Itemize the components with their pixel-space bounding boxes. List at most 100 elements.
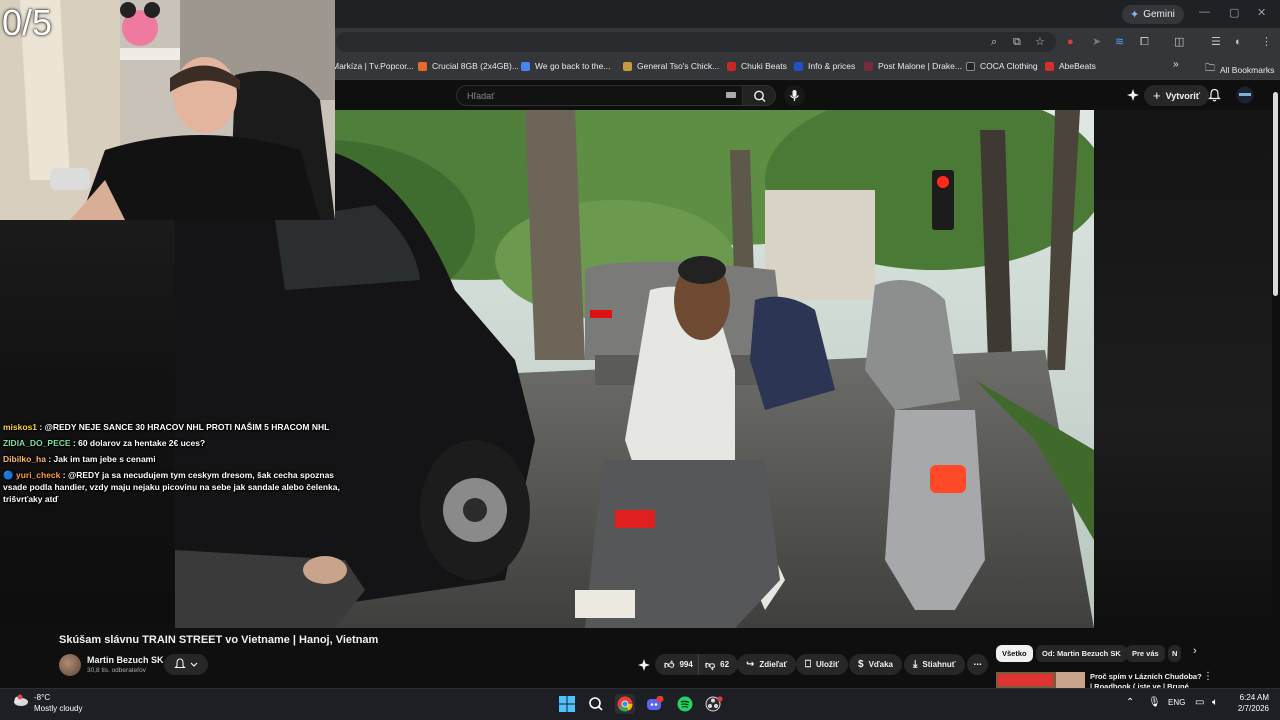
taskbar-search-button[interactable] xyxy=(586,694,606,714)
extension-arrow-icon[interactable]: ➤ xyxy=(1092,34,1101,50)
bookmark-item[interactable]: General Tso's Chick... xyxy=(623,61,719,71)
taskbar-chrome[interactable] xyxy=(615,694,635,714)
side-panel-icon[interactable]: ◫ xyxy=(1174,34,1184,50)
thumbs-up-icon: 👍︎ xyxy=(664,659,675,671)
bookmark-item[interactable]: Info & prices xyxy=(794,61,855,71)
chat-username: yuri_check xyxy=(15,470,61,480)
share-button[interactable]: ↪ Zdieľať xyxy=(737,654,797,675)
chat-username: ZIDIA_DO_PECE xyxy=(3,438,71,448)
more-bookmarks-button[interactable]: » xyxy=(1173,59,1179,70)
minimize-icon[interactable]: — xyxy=(1199,6,1210,18)
search-icon xyxy=(754,90,766,102)
thanks-dollar-icon: $ xyxy=(858,659,864,670)
chat-username: miskos1 xyxy=(3,422,38,432)
rec-menu-kebab-icon[interactable]: ⋮ xyxy=(1203,671,1213,682)
download-label: Stiahnuť xyxy=(922,660,956,669)
install-app-icon[interactable]: ⧉ xyxy=(1013,34,1021,50)
save-label: Uložiť xyxy=(816,660,839,669)
chat-badge-icon: 🔵 xyxy=(3,470,14,480)
weather-description[interactable]: Mostly cloudy xyxy=(34,704,82,713)
gemini-button[interactable]: ✦ Gemini xyxy=(1122,5,1184,24)
bookmark-item[interactable]: AbeBeats xyxy=(1045,61,1096,71)
clock-date[interactable]: 2/7/2026 xyxy=(1228,704,1269,713)
input-language[interactable]: ENG xyxy=(1168,698,1185,707)
chip-for-you[interactable]: Pre vás xyxy=(1126,645,1165,662)
close-icon[interactable]: ✕ xyxy=(1257,6,1266,19)
extension-audio-icon[interactable]: ≋ xyxy=(1115,34,1124,50)
ai-sparkle-icon[interactable] xyxy=(1126,88,1140,102)
address-bar[interactable] xyxy=(336,32,1056,52)
maximize-icon[interactable]: ▢ xyxy=(1229,6,1239,19)
weather-cloud-icon[interactable] xyxy=(12,694,29,706)
scrollbar-thumb[interactable] xyxy=(1273,92,1278,296)
bookmark-label: Markíza | Tv.Popcor... xyxy=(332,61,414,71)
bookmark-label: Chuki Beats xyxy=(741,61,787,71)
dislike-button[interactable]: 👎︎ 62 xyxy=(698,654,739,675)
menu-kebab-icon[interactable]: ⋮ xyxy=(1261,34,1272,50)
network-icon[interactable]: ▭ xyxy=(1195,697,1204,708)
create-button[interactable]: + Vytvoriť xyxy=(1144,85,1210,106)
chevron-right-icon[interactable]: › xyxy=(1193,645,1197,657)
save-button[interactable]: ⎕ Uložiť xyxy=(796,654,848,675)
bookmark-label: Info & prices xyxy=(808,61,856,71)
chip-from-channel[interactable]: Od: Martin Bezuch SK xyxy=(1036,645,1127,662)
chat-text: : Jak im tam jebe s cenami xyxy=(45,454,156,464)
subscribed-bell-button[interactable] xyxy=(164,654,208,675)
download-button[interactable]: ⤓ Stiahnuť xyxy=(904,654,965,675)
bookmark-favicon-icon xyxy=(794,61,803,71)
microphone-tray-icon[interactable]: 🎙︎ xyxy=(1148,697,1161,708)
extensions-puzzle-icon[interactable]: ⧠ xyxy=(1140,34,1149,50)
clock-time[interactable]: 6:24 AM xyxy=(1236,693,1269,702)
chip-all[interactable]: Všetko xyxy=(996,645,1033,662)
weather-temperature[interactable]: -8°C xyxy=(34,693,50,702)
taskbar-obs[interactable] xyxy=(704,694,724,714)
more-horizontal-icon: ⋯ xyxy=(973,660,982,669)
reading-list-icon[interactable]: ☰ xyxy=(1211,34,1221,50)
taskbar-spotify[interactable] xyxy=(675,694,695,714)
share-arrow-icon: ↪ xyxy=(746,659,755,670)
recommended-video-title[interactable]: Proč spím v Lázních Chudoba? | Roadbook … xyxy=(1090,672,1202,688)
bookmark-icon: ⎕ xyxy=(805,659,811,670)
extension-adblock-icon[interactable]: ● xyxy=(1067,34,1074,50)
gemini-icon: ✦ xyxy=(1130,9,1140,21)
secondary-column-dark xyxy=(1094,110,1272,628)
recommended-thumbnail[interactable] xyxy=(996,672,1085,688)
zoom-icon[interactable]: ⌕ xyxy=(991,34,997,50)
keyboard-icon[interactable] xyxy=(726,92,736,98)
chat-username: Dibilko_ha xyxy=(3,454,46,464)
bookmark-item[interactable]: Chuki Beats xyxy=(727,61,787,71)
like-button[interactable]: 👍︎ 994 xyxy=(655,654,699,675)
search-button[interactable] xyxy=(742,85,776,106)
more-actions-button[interactable]: ⋯ xyxy=(967,654,988,675)
windows-taskbar xyxy=(0,688,1280,720)
star-icon[interactable]: ☆ xyxy=(1035,34,1045,50)
channel-avatar[interactable] xyxy=(59,654,81,676)
bookmark-item[interactable]: We go back to the... xyxy=(521,61,610,71)
bookmark-item[interactable]: COCA Clothing xyxy=(966,61,1038,71)
voice-search-button[interactable] xyxy=(784,85,805,106)
search-input[interactable]: Hľadať xyxy=(456,85,742,106)
taskbar-discord[interactable] xyxy=(645,694,665,714)
obs-icon xyxy=(705,696,723,712)
account-avatar-icon[interactable] xyxy=(1236,86,1254,104)
bookmark-label: Crucial 8GB (2x4GB)... xyxy=(432,61,519,71)
bookmark-favicon-icon xyxy=(864,61,873,71)
bookmark-item[interactable]: Crucial 8GB (2x4GB)... xyxy=(418,61,519,71)
show-hidden-icons-chevron-icon[interactable]: ⌃ xyxy=(1126,697,1134,708)
profile-avatar-icon[interactable]: ◐ xyxy=(1235,34,1242,50)
thanks-label: Vďaka xyxy=(868,660,893,669)
bookmark-item[interactable]: Post Malone | Drake... xyxy=(864,61,962,71)
thanks-button[interactable]: $ Vďaka xyxy=(849,654,902,675)
chat-message: miskos1 : @REDY NEJE SANCE 30 HRACOV NHL… xyxy=(3,419,343,435)
chip-next[interactable]: N xyxy=(1168,645,1181,662)
start-button[interactable] xyxy=(557,694,577,714)
all-bookmarks-button[interactable]: 🗀 All Bookmarks xyxy=(1205,61,1274,78)
download-icon: ⤓ xyxy=(913,659,918,670)
challenge-counter: 0/5 xyxy=(2,2,53,43)
volume-icon[interactable]: 🔈︎ xyxy=(1212,697,1218,708)
dislike-count: 62 xyxy=(720,660,730,669)
search-icon xyxy=(589,697,603,711)
ai-ask-sparkle-icon[interactable] xyxy=(637,658,651,672)
channel-name[interactable]: Martin Bezuch SK xyxy=(87,655,164,665)
notifications-bell-icon[interactable] xyxy=(1208,88,1221,102)
